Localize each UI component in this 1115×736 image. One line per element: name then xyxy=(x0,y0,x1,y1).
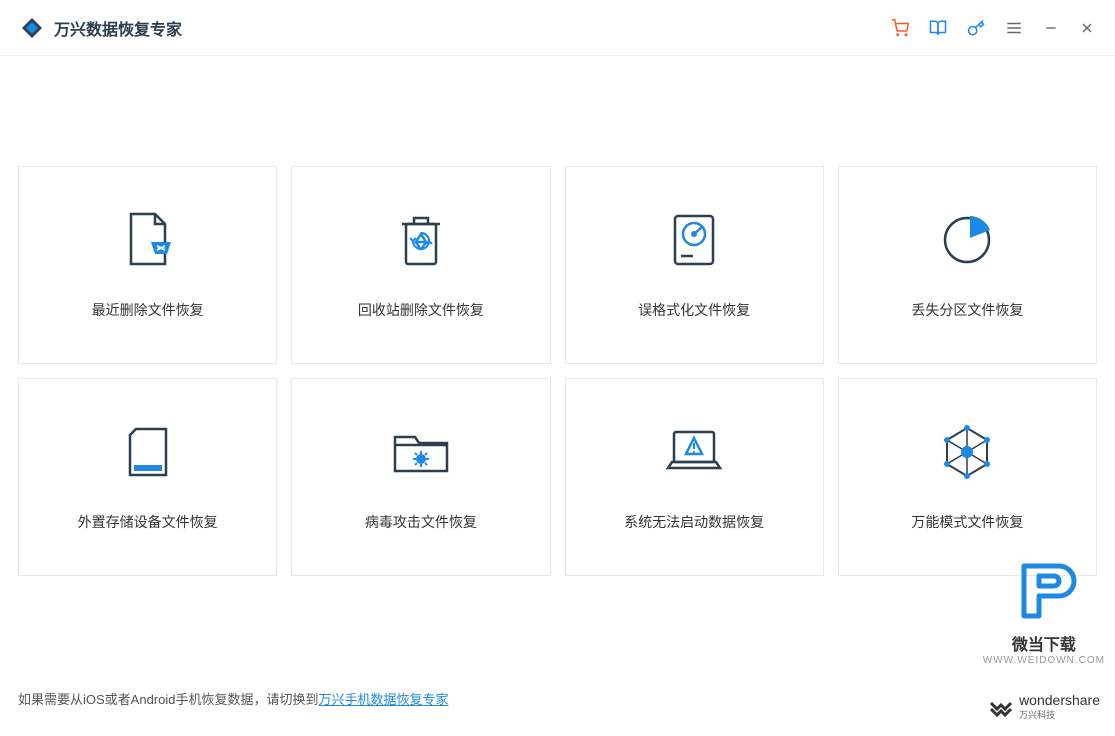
sd-card-icon xyxy=(126,422,170,482)
cart-icon[interactable] xyxy=(891,19,909,37)
watermark-logo-icon xyxy=(1009,556,1079,626)
system-crash-recovery-card[interactable]: 系统无法启动数据恢复 xyxy=(565,378,824,576)
card-label: 外置存储设备文件恢复 xyxy=(78,512,218,532)
laptop-warning-icon xyxy=(664,422,724,482)
pie-chart-icon xyxy=(939,210,995,270)
footer-hint: 如果需要从iOS或者Android手机恢复数据，请切换到万兴手机数据恢复专家 xyxy=(18,689,449,708)
card-label: 系统无法启动数据恢复 xyxy=(624,512,764,532)
recycle-bin-recovery-card[interactable]: 回收站删除文件恢复 xyxy=(291,166,550,364)
card-label: 最近删除文件恢复 xyxy=(92,300,204,320)
footer-text: 如果需要从iOS或者Android手机恢复数据，请切换到 xyxy=(18,692,318,707)
brand-main-text: wondershare xyxy=(1019,692,1100,708)
book-icon[interactable] xyxy=(929,19,947,37)
card-label: 丢失分区文件恢复 xyxy=(911,300,1023,320)
app-header: 万兴数据恢复专家 xyxy=(0,0,1115,56)
card-label: 误格式化文件恢复 xyxy=(638,300,750,320)
wondershare-logo-icon xyxy=(989,695,1013,719)
format-recovery-card[interactable]: 误格式化文件恢复 xyxy=(565,166,824,364)
header-left: 万兴数据恢复专家 xyxy=(20,16,182,40)
file-delete-icon xyxy=(123,210,173,270)
hard-drive-icon xyxy=(671,210,717,270)
watermark-main-text: 微当下载 xyxy=(983,631,1105,655)
card-label: 回收站删除文件恢复 xyxy=(358,300,484,320)
app-logo-icon xyxy=(20,16,44,40)
virus-attack-recovery-card[interactable]: 病毒攻击文件恢复 xyxy=(291,378,550,576)
watermark: 微当下载 WWW.WEIDOWN.COM xyxy=(983,556,1105,666)
universal-mode-recovery-card[interactable]: 万能模式文件恢复 xyxy=(838,378,1097,576)
recent-delete-recovery-card[interactable]: 最近删除文件恢复 xyxy=(18,166,277,364)
recycle-bin-icon xyxy=(396,210,446,270)
minimize-icon[interactable] xyxy=(1043,20,1059,36)
card-label: 万能模式文件恢复 xyxy=(911,512,1023,532)
network-globe-icon xyxy=(939,422,995,482)
key-icon[interactable] xyxy=(967,19,985,37)
brand-sub-text: 万兴科技 xyxy=(1019,708,1100,721)
recovery-options-grid: 最近删除文件恢复 回收站删除文件恢复 xyxy=(18,166,1097,576)
menu-icon[interactable] xyxy=(1005,19,1023,37)
card-label: 病毒攻击文件恢复 xyxy=(365,512,477,532)
virus-folder-icon xyxy=(391,422,451,482)
watermark-sub-text: WWW.WEIDOWN.COM xyxy=(983,655,1105,666)
app-title: 万兴数据恢复专家 xyxy=(54,16,182,40)
header-right xyxy=(891,19,1095,37)
partition-recovery-card[interactable]: 丢失分区文件恢复 xyxy=(838,166,1097,364)
main-content: 最近删除文件恢复 回收站删除文件恢复 xyxy=(0,56,1115,596)
mobile-recovery-link[interactable]: 万兴手机数据恢复专家 xyxy=(318,692,448,707)
external-storage-recovery-card[interactable]: 外置存储设备文件恢复 xyxy=(18,378,277,576)
close-icon[interactable] xyxy=(1079,20,1095,36)
brand-logo: wondershare 万兴科技 xyxy=(989,692,1100,721)
